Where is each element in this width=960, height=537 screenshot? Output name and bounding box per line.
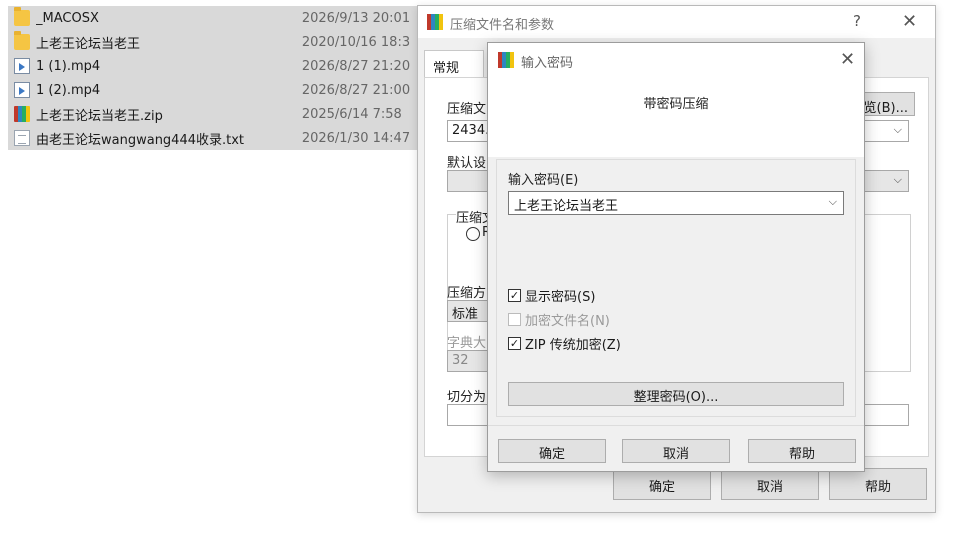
password-dialog-header: 带密码压缩 [488,77,864,157]
zip-legacy-encryption-option[interactable]: ✓ ZIP 传统加密(Z) [508,334,621,353]
password-heading: 带密码压缩 [643,97,709,112]
winrar-icon [427,14,443,30]
file-date: 2026/8/27 21:00 [301,82,411,98]
show-password-checkbox[interactable]: ✓ [508,289,521,302]
encrypt-filenames-label: 加密文件名(N) [525,314,610,329]
archive-ok-button[interactable]: 确定 [613,468,711,500]
file-date: 2026/9/13 20:01 [301,10,411,26]
method-label: 压缩方 [447,286,487,301]
footer-divider [488,425,864,426]
archive-dialog-title: 压缩文件名和参数 [450,18,555,33]
file-name: 由老王论坛wangwang444收录.txt [36,132,245,148]
file-row-macosx[interactable]: _MACOSX 2026/9/13 20:01 [8,6,420,30]
file-row-zip[interactable]: 上老王论坛当老王.zip 2025/6/14 7:58 [8,102,420,126]
password-input[interactable]: 上老王论坛当老王 ⌵ [508,191,844,215]
archive-dialog-titlebar[interactable]: 压缩文件名和参数 ? ✕ [418,6,935,38]
close-icon[interactable]: ✕ [902,13,917,31]
show-password-option[interactable]: ✓ 显示密码(S) [508,286,595,305]
zip-archive-icon [14,106,30,122]
help-question-icon[interactable]: ? [853,12,861,30]
video-file-icon [14,58,30,74]
show-password-label: 显示密码(S) [525,290,596,305]
enter-password-label: 输入密码(E) [508,173,579,188]
chevron-down-icon: ⌵ [893,173,902,186]
password-help-button[interactable]: 帮助 [748,439,856,463]
password-dialog-titlebar[interactable]: 输入密码 ✕ [488,43,864,77]
file-date: 2026/1/30 14:47 [301,130,411,146]
close-icon[interactable]: ✕ [840,51,855,69]
video-file-icon [14,82,30,98]
encrypt-filenames-checkbox[interactable] [508,313,521,326]
file-name: _MACOSX [36,10,99,26]
archive-name-label: 压缩文 [447,102,487,117]
method-value: 标准 [452,307,479,322]
folder-icon [14,31,30,50]
text-file-icon [14,130,30,146]
password-ok-button[interactable]: 确定 [498,439,606,463]
password-cancel-button[interactable]: 取消 [622,439,730,463]
default-profile-label: 默认设 [447,156,487,171]
split-label: 切分为 [447,390,487,405]
file-name: 上老王论坛当老王 [36,36,141,52]
file-row-folder[interactable]: 上老王论坛当老王 2020/10/16 18:3 [8,30,420,54]
encrypt-filenames-option[interactable]: 加密文件名(N) [508,310,610,329]
format-radio[interactable] [466,227,480,241]
tab-general[interactable]: 常规 [424,50,484,78]
dictionary-label: 字典大 [447,336,487,351]
organize-passwords-button[interactable]: 整理密码(O)... [508,382,844,406]
file-name: 上老王论坛当老王.zip [36,108,163,124]
chevron-down-icon: ⌵ [893,123,902,136]
file-row-txt[interactable]: 由老王论坛wangwang444收录.txt 2026/1/30 14:47 [8,126,420,150]
password-dialog: 输入密码 ✕ 带密码压缩 输入密码(E) 上老王论坛当老王 ⌵ ✓ 显示密码(S… [487,42,865,472]
chevron-down-icon[interactable]: ⌵ [829,195,837,209]
winrar-icon [498,52,514,68]
folder-icon [14,7,30,26]
password-value: 上老王论坛当老王 [514,199,619,214]
file-name: 1 (1).mp4 [36,58,101,74]
zip-legacy-label: ZIP 传统加密(Z) [525,338,621,353]
file-row-video-2[interactable]: 1 (2).mp4 2026/8/27 21:00 [8,78,420,102]
archive-help-button[interactable]: 帮助 [829,468,927,500]
dictionary-value: 32 [452,353,469,368]
file-date: 2025/6/14 7:58 [301,106,402,122]
zip-legacy-checkbox[interactable]: ✓ [508,337,521,350]
archive-cancel-button[interactable]: 取消 [721,468,819,500]
file-name: 1 (2).mp4 [36,82,101,98]
password-dialog-title: 输入密码 [521,56,574,71]
file-row-video-1[interactable]: 1 (1).mp4 2026/8/27 21:20 [8,54,420,78]
file-date: 2026/8/27 21:20 [301,58,411,74]
file-date: 2020/10/16 18:3 [301,34,411,50]
